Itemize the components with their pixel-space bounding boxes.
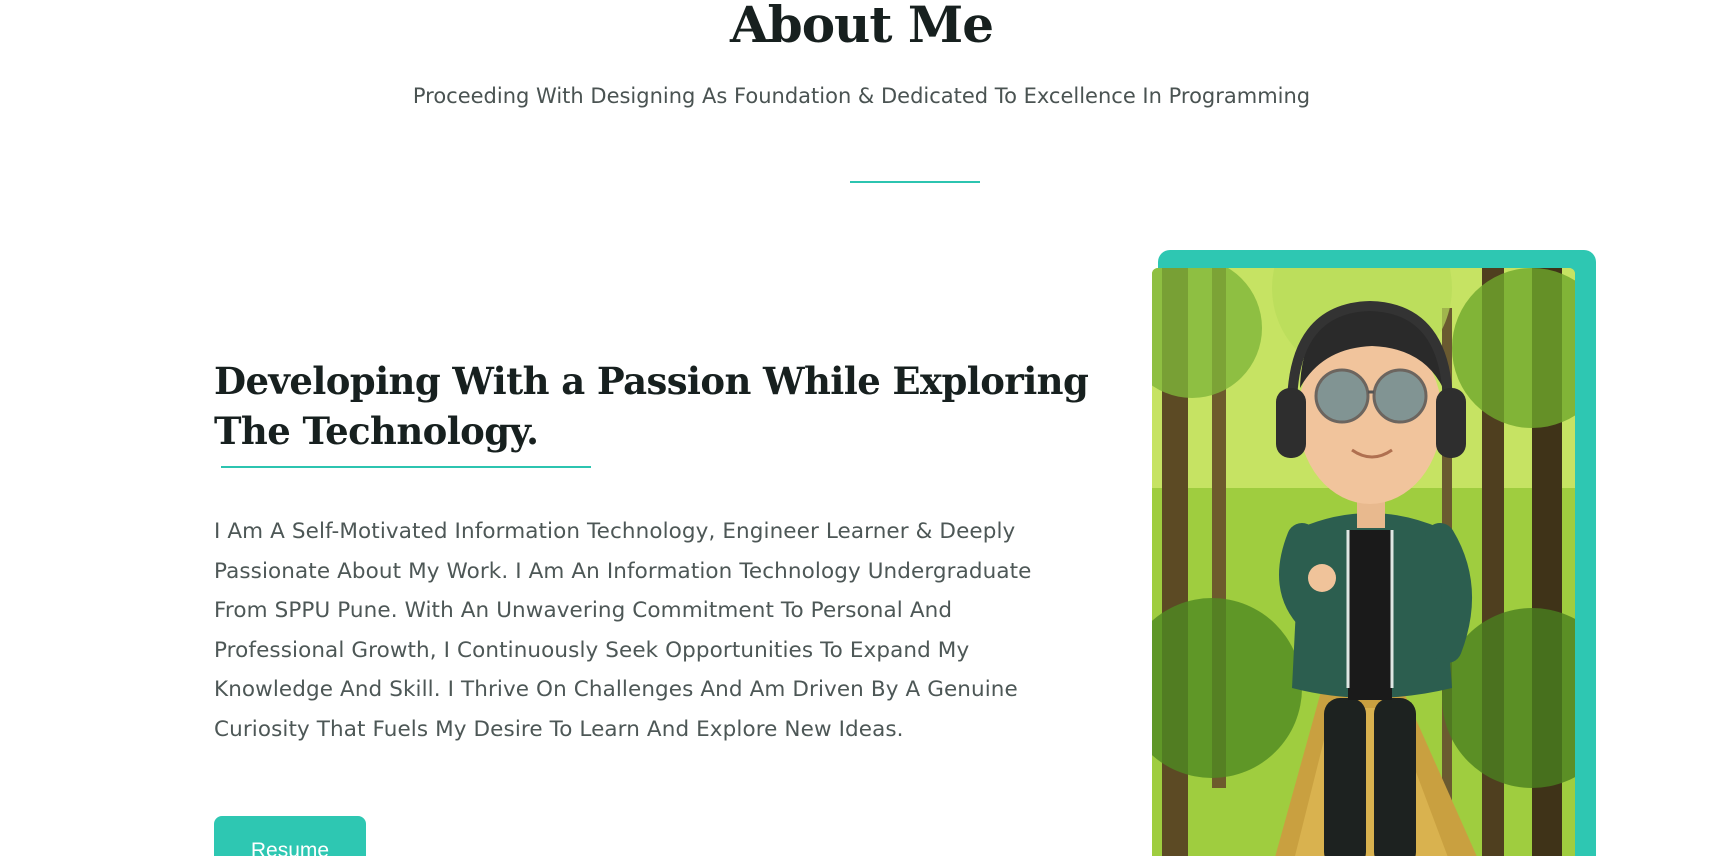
section-subtitle: Proceeding With Designing As Foundation … — [412, 84, 1311, 108]
headline-underline — [221, 466, 591, 468]
resume-button[interactable]: Resume — [214, 816, 366, 856]
intro-headline: Developing With a Passion While Explorin… — [214, 359, 1089, 453]
bio-paragraph: I Am A Self-Motivated Information Techno… — [214, 519, 1032, 742]
section-title: About Me — [729, 0, 994, 54]
avatar-illustration — [1152, 268, 1575, 856]
title-divider — [850, 181, 980, 183]
avatar-in-forest-image — [1152, 268, 1575, 856]
